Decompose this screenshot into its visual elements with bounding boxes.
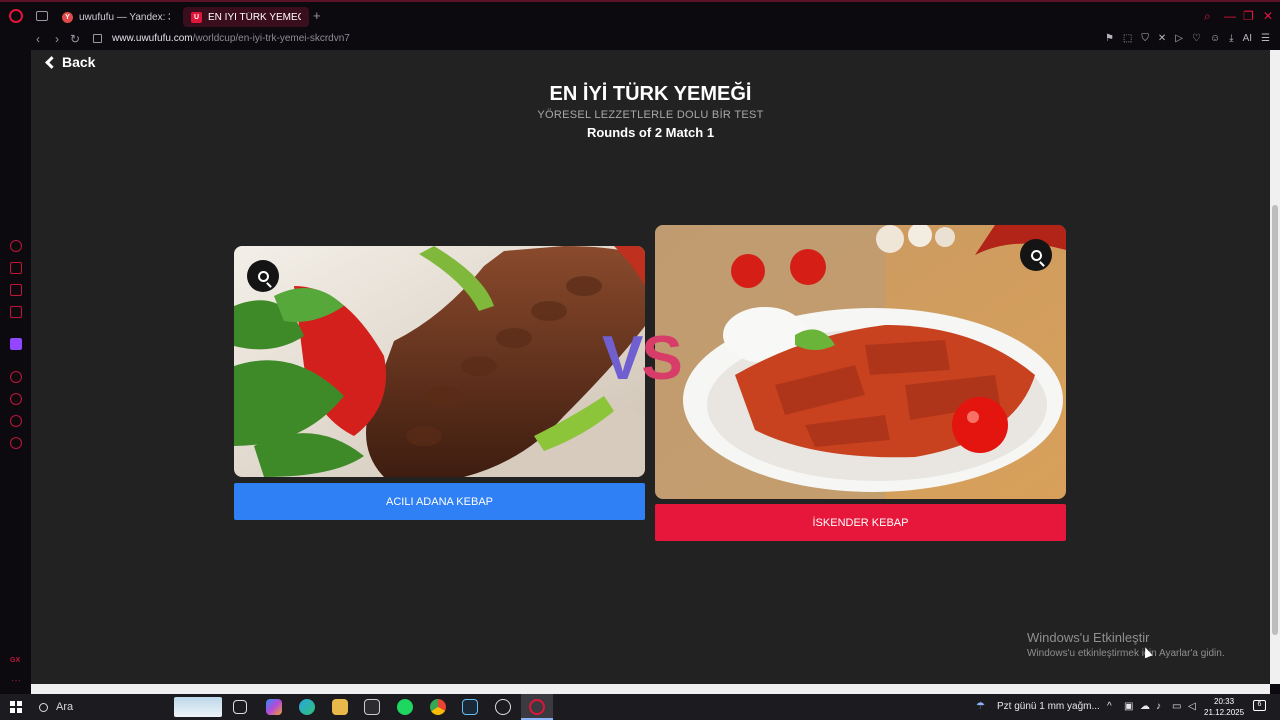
taskbar-search[interactable]: Ara (31, 695, 224, 719)
versus-label: VS (602, 324, 683, 393)
windows-taskbar: Ara ☂ Pzt günü 1 mm yağm... ^ ▣ ☁ ♪ ▭ ◁ … (0, 694, 1280, 720)
system-clock[interactable]: 20:33 21.12.2025 (1204, 696, 1244, 718)
iskender-kebab-illustration (655, 225, 1066, 499)
search-highlight-image (174, 697, 222, 717)
forward-nav-icon[interactable]: › (55, 32, 59, 46)
copilot-icon[interactable] (266, 699, 282, 715)
chevron-left-icon (45, 55, 58, 69)
page-content: Back EN İYİ TÜRK YEMEĞİ YÖRESEL LEZZETLE… (31, 50, 1270, 684)
twitch-icon[interactable] (10, 338, 22, 350)
back-nav-icon[interactable]: ‹ (36, 32, 40, 46)
page-subtitle: YÖRESEL LEZZETLERLE DOLU BİR TEST (537, 109, 764, 121)
scrollbar-thumb[interactable] (1272, 205, 1278, 635)
chrome-icon[interactable] (430, 699, 446, 715)
tab-title: uwufufu — Yandex: 3 bin (79, 11, 170, 23)
lock-icon (93, 34, 102, 43)
gx-label[interactable]: GX (10, 657, 20, 664)
choose-left-button[interactable]: ACILI ADANA KEBAP (234, 483, 645, 520)
history-icon[interactable] (10, 393, 22, 405)
clock-date: 21.12.2025 (1204, 708, 1245, 717)
uwufufu-favicon-icon: U (191, 11, 202, 23)
download-icon[interactable]: ⤓ (1229, 33, 1233, 44)
tray-app-icon[interactable]: ▣ (1124, 701, 1133, 712)
windows-activation-watermark: Windows'u Etkinleştir Windows'u etkinleş… (1027, 630, 1225, 659)
tab-uwufufu-active[interactable]: U EN İYİ TÜRK YEMEĞİ | Uw (183, 7, 309, 27)
round-indicator: Rounds of 2 Match 1 (586, 125, 715, 140)
minimize-icon[interactable]: — (1224, 9, 1236, 23)
gx-corner-icon[interactable] (10, 284, 22, 296)
tab-islands-icon[interactable] (36, 11, 48, 21)
search-icon[interactable]: ⌕ (1204, 9, 1211, 24)
search-placeholder: Ara (56, 701, 74, 713)
zoom-in-icon[interactable] (247, 260, 279, 292)
gx-store-icon[interactable] (10, 262, 22, 274)
close-icon[interactable]: ✕ (1263, 9, 1273, 23)
more-options-icon[interactable]: ··· (11, 675, 21, 686)
microphone-icon[interactable]: ♪ (1156, 701, 1161, 712)
shield-icon[interactable]: ⛉ (1141, 33, 1149, 44)
screenshot-tool-icon[interactable] (495, 699, 511, 715)
horizontal-scrollbar[interactable] (31, 684, 1270, 694)
news-icon[interactable] (10, 306, 22, 318)
yandex-favicon-icon: Y (62, 11, 73, 23)
menu-icon[interactable]: ☰ (1261, 33, 1270, 44)
weather-text[interactable]: Pzt günü 1 mm yağm... (997, 701, 1100, 712)
url-field[interactable]: www.uwufufu.com/worldcup/en-iyi-trk-yeme… (112, 33, 350, 44)
volume-icon[interactable]: ◁ (1188, 701, 1196, 712)
opera-logo-icon[interactable] (9, 9, 23, 23)
iskender-kebab-image[interactable] (655, 225, 1066, 499)
vertical-scrollbar[interactable] (1270, 50, 1280, 684)
store-icon[interactable] (364, 699, 380, 715)
notification-center-icon[interactable]: 6 (1253, 700, 1266, 711)
adana-kebab-illustration (234, 246, 645, 477)
back-button[interactable]: Back (43, 54, 95, 70)
search-icon (39, 702, 48, 712)
tab-title: EN İYİ TÜRK YEMEĞİ | Uw (208, 11, 301, 23)
steam-icon[interactable] (462, 699, 478, 715)
windows-start-icon[interactable] (10, 701, 22, 713)
watermark-title: Windows'u Etkinleştir (1027, 630, 1150, 645)
sidebar: GX ··· (0, 50, 31, 694)
speed-dial-icon[interactable] (10, 240, 22, 252)
choose-right-button[interactable]: İSKENDER KEBAP (655, 504, 1066, 541)
watermark-subtitle: Windows'u etkinleştirmek için Ayarlar'a … (1027, 648, 1225, 659)
new-tab-button[interactable]: + (313, 8, 321, 23)
bookmark-icon[interactable]: ⚑ (1105, 33, 1114, 44)
spotify-icon[interactable] (397, 699, 413, 715)
edge-icon[interactable] (299, 699, 315, 715)
onedrive-icon[interactable]: ☁ (1140, 701, 1150, 712)
ai-button[interactable]: AI (1243, 33, 1252, 44)
messenger-icon[interactable] (10, 415, 22, 427)
toolbar-icons: ⚑ ⬚ ⛉ ✕ ▷ ♡ ☺ ⤓ AI ☰ (1105, 33, 1270, 44)
play-icon[interactable]: ▷ (1175, 33, 1183, 44)
snapshot-icon[interactable]: ⬚ (1123, 33, 1132, 44)
tab-strip: Y uwufufu — Yandex: 3 bin U EN İYİ TÜRK … (0, 0, 1280, 30)
file-explorer-icon[interactable] (332, 699, 348, 715)
adana-kebab-image[interactable] (234, 246, 645, 477)
player-icon[interactable] (10, 371, 22, 383)
back-label: Back (62, 54, 96, 70)
zoom-in-icon[interactable] (1020, 239, 1052, 271)
translate-icon[interactable]: ✕ (1158, 33, 1166, 44)
address-bar: ‹ › ↻ www.uwufufu.com/worldcup/en-iyi-tr… (0, 30, 1280, 50)
settings-gear-icon[interactable] (10, 437, 22, 449)
reload-icon[interactable]: ↻ (70, 32, 80, 46)
page-title: EN İYİ TÜRK YEMEĞİ (549, 83, 752, 105)
maximize-icon[interactable]: ❐ (1243, 9, 1254, 23)
account-icon[interactable]: ☺ (1210, 33, 1220, 44)
network-icon[interactable]: ▭ (1172, 701, 1181, 712)
chevron-up-icon[interactable]: ^ (1107, 701, 1112, 712)
task-view-icon[interactable] (233, 700, 247, 714)
clock-time: 20:33 (1214, 697, 1235, 706)
weather-icon: ☂ (976, 701, 985, 712)
opera-gx-icon (529, 699, 545, 715)
heart-icon[interactable]: ♡ (1192, 33, 1201, 44)
tab-yandex[interactable]: Y uwufufu — Yandex: 3 bin (54, 7, 178, 27)
